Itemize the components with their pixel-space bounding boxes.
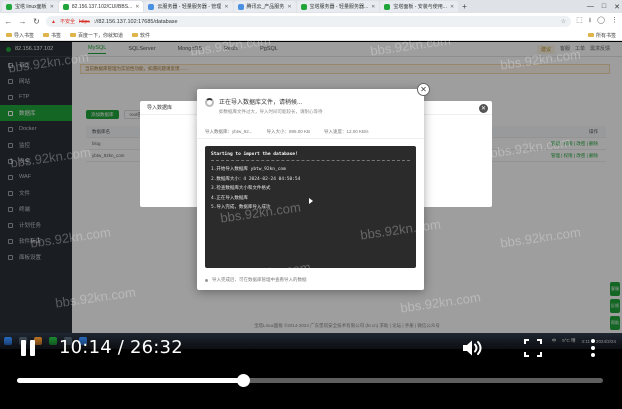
log-line: 2.数据库大小：4 2024-02-24 04:50:54: [211, 176, 301, 182]
browser-tab[interactable]: 宝塔面板 - 安装与使用... ✕: [380, 1, 459, 12]
new-tab-button[interactable]: +: [462, 2, 467, 11]
import-info: 导入数据库：ybtw_92... 导入大小：895.00 KB 导入速度：12.…: [197, 115, 424, 139]
maximize-button[interactable]: □: [602, 3, 606, 10]
progress-track[interactable]: [17, 374, 603, 387]
time-display: 10:14 / 26:32: [59, 337, 183, 358]
close-tab-icon[interactable]: ✕: [371, 4, 375, 10]
tab-label: 云服务器 - 轻量服务器 - 管理: [157, 4, 222, 10]
time-separator: /: [117, 337, 125, 358]
bookmark-item[interactable]: 书签: [43, 32, 61, 39]
extensions-icon[interactable]: ⬚: [576, 16, 583, 27]
loading-spinner-icon: [205, 98, 214, 107]
menu-icon[interactable]: ⋮: [611, 16, 618, 27]
folder-icon: [70, 33, 77, 37]
tab-label: 腾讯云_产品服务: [246, 4, 285, 10]
import-size: 导入大小：895.00 KB: [266, 128, 311, 134]
bullet-icon: [205, 278, 208, 282]
dialog-footer: 导入完成后，可在数据库管理中查看导入的数据: [205, 277, 307, 283]
download-icon[interactable]: ⭳: [589, 16, 591, 27]
import-db-name: 导入数据库：ybtw_92...: [205, 128, 253, 134]
close-tab-icon[interactable]: ✕: [224, 4, 228, 10]
all-bookmarks[interactable]: 所有书签: [587, 32, 616, 39]
close-tab-icon[interactable]: ✕: [450, 4, 454, 10]
bookmark-label: 百度一下，你就知道: [78, 32, 124, 39]
bookmark-star-icon[interactable]: ☆: [561, 18, 566, 25]
close-tab-icon[interactable]: ✕: [135, 4, 139, 10]
close-tab-icon[interactable]: ✕: [50, 4, 54, 10]
favicon-icon: [384, 3, 391, 10]
bookmark-label: 所有书签: [595, 32, 616, 39]
forward-button[interactable]: →: [18, 17, 27, 26]
bookmark-label: 导入书签: [14, 32, 35, 39]
tab-label: 宝塔服务器 - 轻量服务器...: [309, 4, 369, 10]
browser-tab[interactable]: 腾讯云_产品服务 ✕: [233, 1, 296, 12]
minimize-button[interactable]: —: [587, 3, 594, 10]
bookmark-item[interactable]: 百度一下，你就知道: [70, 32, 123, 39]
bookmark-item[interactable]: 导入书签: [6, 32, 34, 39]
warning-icon: ▲: [51, 18, 56, 25]
close-dialog-icon[interactable]: ✕: [417, 83, 430, 96]
bookmark-label: 书签: [51, 32, 62, 39]
bookmarks-bar: 导入书签 书签 百度一下，你就知道 软件 所有书签: [0, 30, 622, 41]
log-line: 5.导入完成，数据库导入成功: [211, 205, 271, 210]
video-frame: 宝塔 linux面板 ✕ 82.156.137.102/CUI/BBS... ✕ 云…: [0, 0, 622, 409]
tab-label: 宝塔 linux面板: [15, 4, 47, 10]
pause-icon: [21, 340, 26, 356]
pause-icon: [30, 340, 35, 356]
browser-tab[interactable]: 云服务器 - 轻量服务器 - 管理 ✕: [144, 1, 233, 12]
security-status: 不安全: [59, 19, 75, 25]
favicon-icon: [148, 3, 155, 10]
browser-tab-active[interactable]: 82.156.137.102/CUI/BBS... ✕: [58, 1, 144, 12]
profile-icon[interactable]: ◯: [597, 16, 605, 27]
bookmark-item[interactable]: 软件: [132, 32, 150, 39]
tab-label: 宝塔面板 - 安装与使用...: [393, 4, 447, 10]
browser-tab-bar: 宝塔 linux面板 ✕ 82.156.137.102/CUI/BBS... ✕ 云…: [0, 0, 622, 13]
browser-actions: ⬚ ⭳ ◯ ⋮: [576, 16, 618, 27]
back-button[interactable]: ←: [4, 17, 13, 26]
favicon-icon: [6, 3, 12, 10]
folder-icon: [587, 33, 594, 37]
folder-icon: [43, 33, 50, 37]
log-line: 1.开始导入数据库 ybtw_92kn_com: [211, 167, 286, 172]
browser-tab[interactable]: 宝塔服务器 - 轻量服务器... ✕: [296, 1, 380, 12]
folder-icon: [6, 33, 12, 37]
url-field[interactable]: ▲ 不安全 https://82.156.137.102:17685/datab…: [46, 16, 572, 27]
close-tab-icon[interactable]: ✕: [287, 4, 291, 10]
close-icon[interactable]: ✕: [479, 104, 488, 113]
dialog-title: 正在导入数据库文件，请稍候...: [219, 100, 303, 106]
footer-note: 导入完成后，可在数据库管理中查看导入的数据: [212, 277, 307, 282]
address-bar-row: ← → ↻ ▲ 不安全 https://82.156.137.102:17685…: [0, 13, 622, 30]
more-vertical-icon[interactable]: [591, 339, 595, 357]
import-log-terminal: Starting to import the database! 1.开始导入数…: [205, 146, 416, 268]
fullscreen-icon[interactable]: [524, 339, 542, 357]
favicon-icon: [237, 3, 244, 10]
duration: 26:32: [129, 337, 183, 358]
mouse-cursor-icon: [309, 198, 313, 204]
import-speed: 导入速度：12.00 KB/s: [324, 128, 369, 134]
log-line: 3.检查数据库大小和文件格式: [211, 186, 271, 191]
folder-icon: [132, 33, 139, 37]
url-scheme: https: [78, 18, 90, 25]
window-controls: — □ ✕: [587, 0, 620, 13]
bookmark-label: 软件: [140, 32, 151, 39]
volume-icon[interactable]: [462, 339, 484, 357]
favicon-icon: [300, 3, 307, 10]
log-line: Starting to import the database!: [211, 152, 410, 161]
dialog-subtitle: 如数据库文件过大，导入时间可能较长，请耐心等待: [219, 109, 323, 114]
dialog-header: 正在导入数据库文件，请稍候... 如数据库文件过大，导入时间可能较长，请耐心等待: [197, 89, 424, 115]
current-time: 10:14: [59, 337, 112, 358]
url-text: ://82.156.137.102:17685/database: [93, 18, 178, 25]
reload-button[interactable]: ↻: [32, 17, 41, 26]
tab-label: 82.156.137.102/CUI/BBS...: [71, 3, 133, 10]
favicon-icon: [62, 3, 69, 10]
browser-tab[interactable]: 宝塔 linux面板 ✕: [2, 1, 58, 12]
import-progress-dialog: ✕ 正在导入数据库文件，请稍候... 如数据库文件过大，导入时间可能较长，请耐心…: [197, 83, 430, 290]
close-window-button[interactable]: ✕: [614, 3, 620, 11]
pause-button[interactable]: [21, 340, 36, 356]
progress-fill: [17, 378, 244, 383]
